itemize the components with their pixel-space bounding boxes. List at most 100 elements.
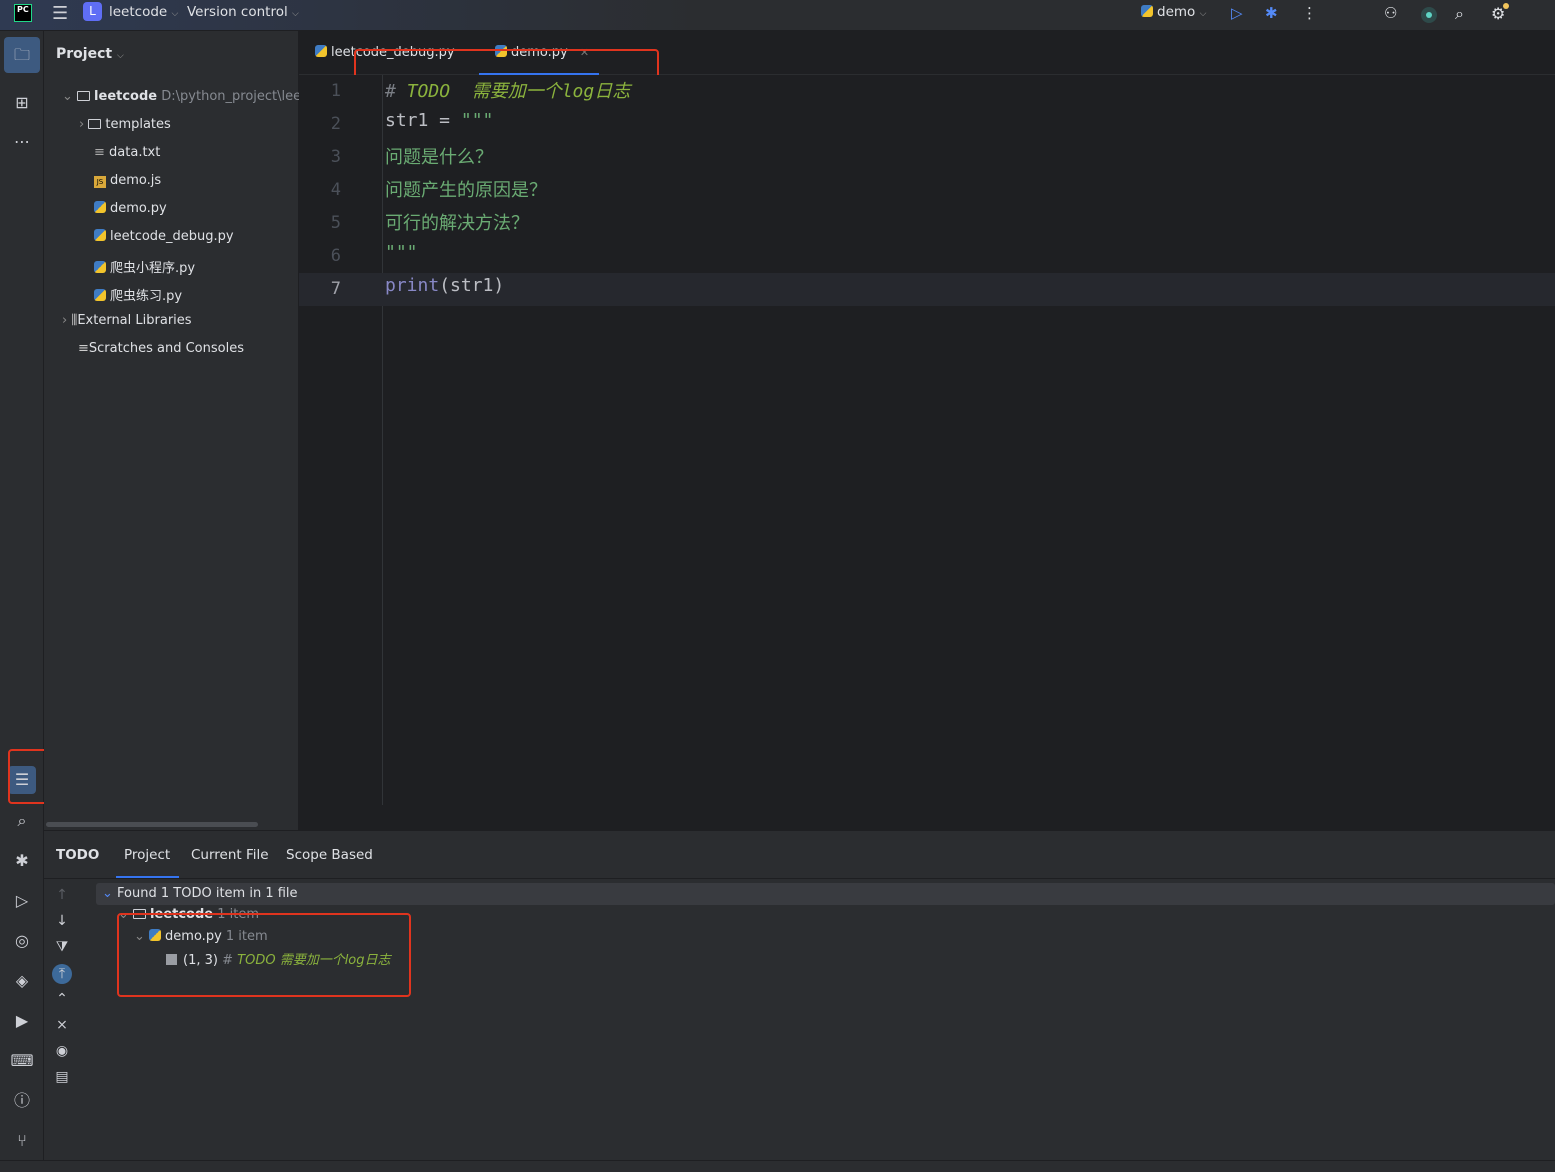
tree-item-templates[interactable]: › templates [79,117,171,132]
tab-project[interactable]: Project [124,847,170,863]
todo-summary-row[interactable]: ⌄ Found 1 TODO item in 1 file [96,883,1555,905]
folder-icon [77,91,91,101]
tree-item-leetcode-debug[interactable]: leetcode_debug.py [94,229,234,244]
python-icon [315,45,327,57]
code-token-builtin: print [385,275,440,296]
project-avatar: L [83,2,102,21]
python-icon [94,289,106,301]
search-icon[interactable]: ⌕ [1455,4,1464,24]
structure-icon[interactable]: ⊞ [8,89,36,117]
run-config-selector[interactable]: demo ⌵ [1141,4,1206,20]
code-token-comment: # [385,81,407,102]
run-tool-icon[interactable]: ▷ [8,887,36,915]
horizontal-scrollbar[interactable] [46,822,258,827]
code-token-string: 问题是什么？ [385,147,493,168]
project-folder-icon[interactable]: 🗀 [4,37,40,73]
code-token-string: """ [460,110,494,131]
line-number: 5 [330,213,341,233]
folder-icon [88,119,102,129]
run-config-label: demo [1157,4,1196,20]
tool-window-stripe: 🗀 ⊞ ⋯ ☰ ⌕ ✱ ▷ ◎ ◈ ▶ ⌨ ⓘ ⑂ [0,31,44,1172]
line-number: 4 [330,180,341,200]
tab-current-file[interactable]: Current File [191,847,269,863]
title-bar: PC ☰ L leetcode ⌵ Version control ⌵ demo… [0,0,1555,31]
gutter-divider [382,75,383,805]
code-token-string: """ [385,242,418,263]
project-panel-title[interactable]: Project ⌵ [56,46,124,62]
previous-icon[interactable]: ↑ [52,887,72,903]
line-number: 3 [330,147,341,167]
tree-item-demo-py[interactable]: demo.py [94,201,167,216]
python-icon [94,261,106,273]
chevron-down-icon: ⌵ [292,9,299,19]
scratches-icon: ≡ [78,341,89,356]
debug-tool-icon[interactable]: ✱ [8,847,36,875]
main-menu-icon[interactable]: ☰ [52,3,68,24]
layout-icon[interactable]: ▤ [52,1069,72,1085]
code-editor[interactable]: 1 # TODO 需要加一个log日志 2 str1 = """ 3 问题是什么？ 4 问题产… [299,75,1555,805]
tree-item-data-txt[interactable]: ≡ data.txt [94,145,160,160]
layers-icon[interactable]: ◈ [8,967,36,995]
code-line: """ [385,242,418,263]
collapse-all-icon[interactable]: ⨯ [52,1017,72,1033]
line-number: 2 [330,114,341,134]
code-token-string: 可行的解决方法？ [385,213,529,234]
tree-item-crawler-app[interactable]: 爬虫小程序.py [94,257,195,276]
js-file-icon: JS [94,176,106,188]
terminal-icon[interactable]: ⌨ [8,1047,36,1075]
expand-all-icon[interactable]: ⌃ [52,991,72,1007]
code-line: 可行的解决方法？ [385,209,529,235]
todo-panel-title: TODO [56,847,100,863]
python-icon [94,229,106,241]
chevron-down-icon: ⌵ [1199,9,1207,19]
tree-item-demo-js[interactable]: JS demo.js [94,173,161,188]
annotation-box [117,913,411,997]
tree-item-scratches[interactable]: ≡Scratches and Consoles [78,341,244,356]
more-tools-icon[interactable]: ⋯ [8,128,36,156]
vcs-menu[interactable]: Version control ⌵ [187,4,299,20]
problems-icon[interactable]: ⓘ [8,1087,36,1115]
line-number: 7 [330,279,341,299]
project-panel: Project ⌵ ⌄ leetcode D:\python_project\l… [44,31,306,830]
python-icon [94,201,106,213]
run-icon[interactable]: ▷ [1231,4,1243,22]
chevron-down-icon: ⌵ [171,9,179,19]
find-icon[interactable]: ⌕ [8,807,36,835]
project-switcher[interactable]: leetcode ⌵ [109,4,178,20]
line-number: 6 [330,246,341,266]
debug-icon[interactable]: ✱ [1265,4,1278,22]
python-icon [1141,5,1153,17]
project-name: leetcode [109,4,168,20]
more-icon[interactable]: ⋮ [1302,4,1317,22]
line-number: 1 [330,81,341,101]
code-line: 问题产生的原因是？ [385,176,547,202]
tree-item-external-libraries[interactable]: › ⫼External Libraries [62,313,192,328]
code-line: str1 = """ [385,110,493,131]
vcs-label: Version control [187,4,288,20]
code-line: print(str1) [385,275,504,296]
notification-dot [1503,3,1509,9]
code-with-me-icon[interactable] [1421,7,1437,23]
tree-root[interactable]: ⌄ leetcode D:\python_project\leet [62,89,306,104]
git-icon[interactable]: ⑂ [8,1127,36,1155]
services-icon[interactable]: ▶ [8,1007,36,1035]
filter-icon[interactable]: ⧩ [52,939,72,955]
todo-summary: Found 1 TODO item in 1 file [117,886,298,901]
tab-scope-based[interactable]: Scope Based [286,847,373,863]
tree-item-crawler-practice[interactable]: 爬虫练习.py [94,285,182,304]
next-icon[interactable]: ↓ [52,913,72,929]
code-token-todo: TODO 需要加一个log日志 [406,81,631,102]
code-token-plain: str1 = [385,110,461,131]
code-line: 问题是什么？ [385,143,493,169]
text-file-icon: ≡ [94,145,105,160]
python-console-icon[interactable]: ◎ [8,927,36,955]
divider [44,878,1555,879]
add-user-icon[interactable]: ⚇ [1384,4,1397,22]
code-token-plain: (str1) [439,275,505,296]
preview-icon[interactable]: ◉ [52,1043,72,1059]
code-token-string: 问题产生的原因是？ [385,180,547,201]
status-bar [0,1160,1555,1172]
pycharm-logo: PC [14,4,32,22]
autoscroll-icon[interactable]: ⤒ [52,964,72,984]
code-line: # TODO 需要加一个log日志 [385,77,630,103]
